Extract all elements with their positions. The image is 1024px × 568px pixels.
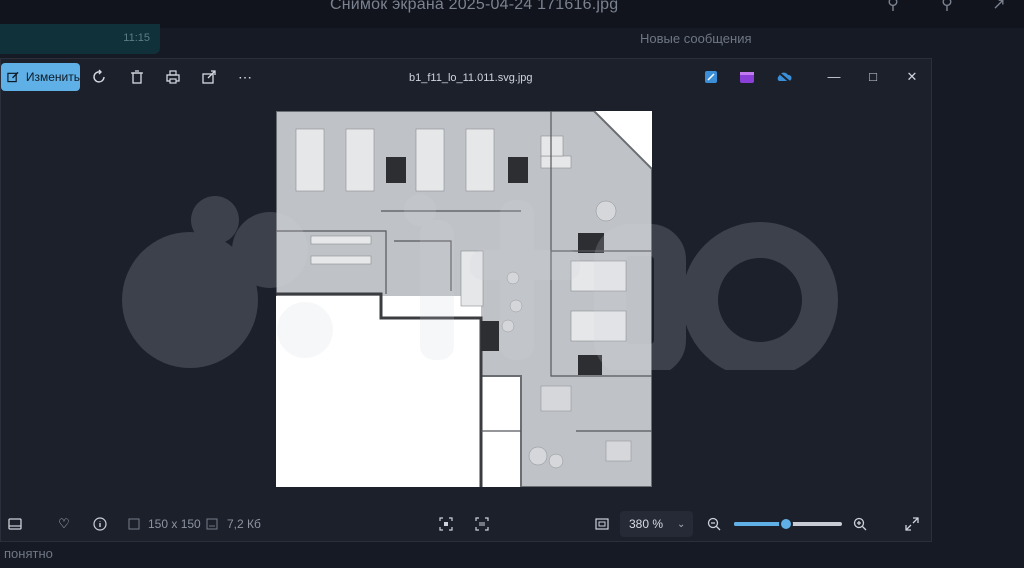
film-strip-icon[interactable] <box>6 515 24 533</box>
editor-app-icon[interactable] <box>701 67 721 87</box>
zoom-slider-thumb[interactable] <box>778 517 793 531</box>
floor-plan-drawing <box>276 111 652 487</box>
fit-icon[interactable] <box>437 515 455 533</box>
background-new-messages: Новые сообщения <box>640 31 752 46</box>
chevron-down-icon: ⌄ <box>677 518 686 530</box>
image-dimensions: 150 x 150 <box>148 517 201 531</box>
file-size: 7,2 Кб <box>227 517 261 531</box>
actual-size-icon[interactable] <box>473 515 491 533</box>
delete-icon[interactable] <box>127 67 147 87</box>
fit-to-window-icon[interactable] <box>593 515 611 533</box>
external-icon[interactable]: ↗ <box>988 0 1010 16</box>
info-icon[interactable] <box>91 515 109 533</box>
background-chat-time: 11:15 <box>123 32 150 44</box>
search-icon[interactable]: ⚲ <box>936 0 958 16</box>
more-icon[interactable]: ⋯ <box>235 67 255 87</box>
zoom-dropdown[interactable]: 380 % ⌄ <box>620 511 693 537</box>
close-icon[interactable]: ✕ <box>903 68 921 86</box>
maximize-icon[interactable]: □ <box>864 68 882 86</box>
edit-button[interactable]: Изменить <box>1 63 80 91</box>
viewer-toolbar: Изменить ⋯ b1_f11_lo_11.011.svg.jpg — □ … <box>1 59 931 97</box>
floor-plan-image <box>276 111 652 487</box>
zoom-value: 380 % <box>629 517 664 531</box>
fullscreen-icon[interactable] <box>903 515 921 533</box>
background-title: Снимок экрана 2025-04-24 171616.jpg <box>330 0 619 13</box>
rotate-icon[interactable] <box>90 67 110 87</box>
file-size-icon <box>203 515 221 533</box>
background-chat-item[interactable]: 11:15 <box>0 24 160 54</box>
file-name: b1_f11_lo_11.011.svg.jpg <box>409 72 533 84</box>
zoom-slider[interactable] <box>734 517 842 531</box>
minimize-icon[interactable]: — <box>825 68 843 86</box>
share-icon[interactable] <box>199 67 219 87</box>
edit-icon <box>7 71 19 83</box>
search-icon[interactable]: ⚲ <box>882 0 904 16</box>
favorite-icon[interactable]: ♡ <box>55 515 73 533</box>
zoom-out-icon[interactable] <box>705 515 723 533</box>
background-message-text: понятно <box>4 546 53 561</box>
zoom-in-icon[interactable] <box>851 515 869 533</box>
photo-viewer-window: Изменить ⋯ b1_f11_lo_11.011.svg.jpg — □ … <box>0 58 932 542</box>
cloud-off-icon[interactable] <box>774 67 794 87</box>
clipchamp-icon[interactable] <box>737 67 757 87</box>
print-icon[interactable] <box>163 67 183 87</box>
image-size-icon <box>125 515 143 533</box>
edit-button-label: Изменить <box>25 70 80 84</box>
viewer-status-bar: ♡ 150 x 150 7,2 Кб 380 % ⌄ <box>1 507 931 541</box>
